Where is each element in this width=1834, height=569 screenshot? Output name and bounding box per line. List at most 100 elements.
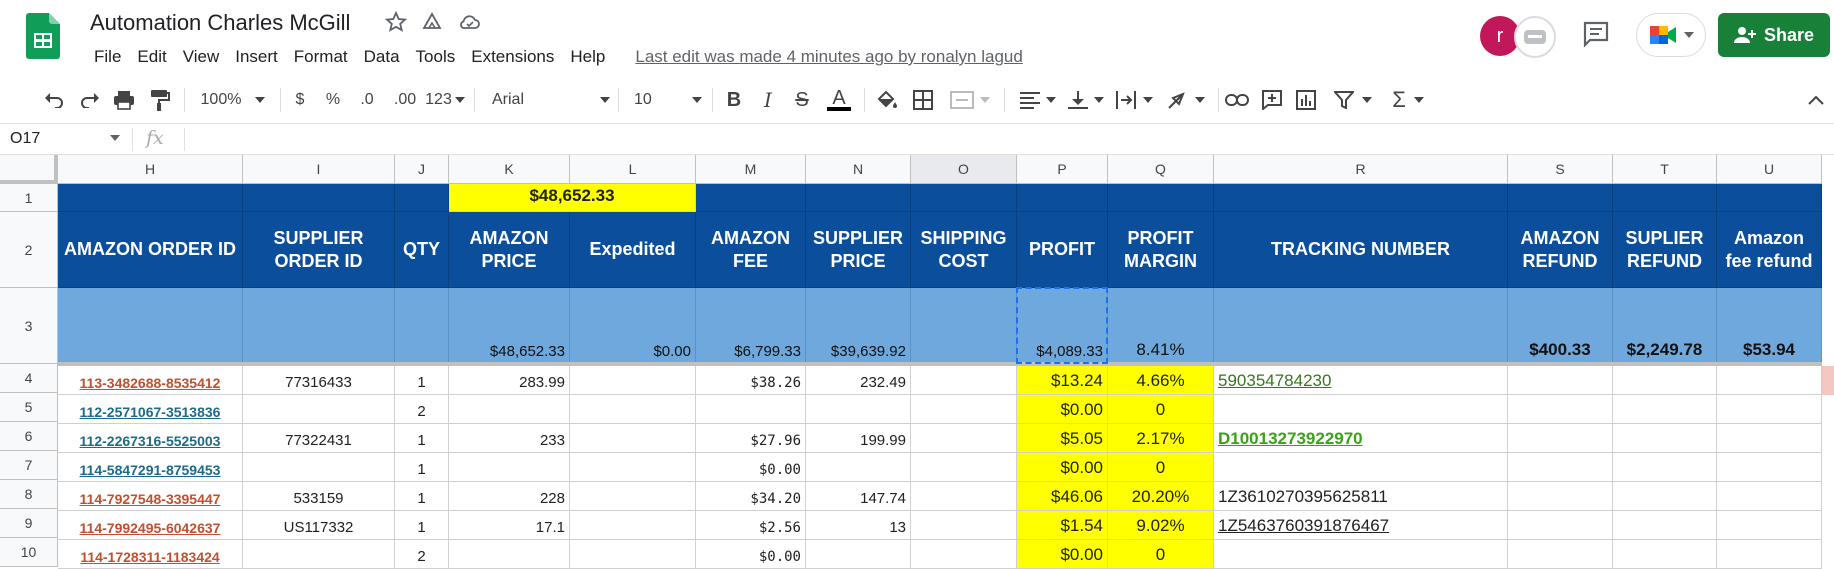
cell-m6[interactable]: $27.96	[696, 424, 806, 453]
cell-p4[interactable]: $13.24	[1017, 366, 1108, 395]
cell-u9[interactable]	[1717, 511, 1822, 540]
cell-o10[interactable]	[911, 540, 1017, 569]
cell-t6[interactable]	[1613, 424, 1717, 453]
summary-n[interactable]: $39,639.92	[806, 288, 911, 364]
cell-q5[interactable]: 0	[1108, 395, 1214, 424]
column-header-n[interactable]: N	[806, 155, 911, 184]
valign-icon[interactable]	[1066, 88, 1106, 112]
cell-n7[interactable]	[806, 453, 911, 482]
column-header-m[interactable]: M	[696, 155, 806, 184]
cell-u10[interactable]	[1717, 540, 1822, 569]
filter-icon[interactable]	[1330, 88, 1376, 112]
italic-icon[interactable]: I	[756, 88, 780, 112]
cell-i7[interactable]	[243, 453, 395, 482]
increase-decimal-button[interactable]: .00	[390, 88, 420, 112]
menu-data[interactable]: Data	[358, 47, 406, 67]
summary-o[interactable]	[911, 288, 1017, 364]
cell-p5[interactable]: $0.00	[1017, 395, 1108, 424]
comment-history-icon[interactable]	[1580, 18, 1612, 50]
cell-t8[interactable]	[1613, 482, 1717, 511]
summary-u[interactable]: $53.94	[1717, 288, 1822, 364]
summary-p[interactable]: $4,089.33	[1017, 288, 1108, 364]
cell-n9[interactable]: 13	[806, 511, 911, 540]
summary-i[interactable]	[243, 288, 395, 364]
rotate-icon[interactable]	[1164, 88, 1208, 112]
cell-i8[interactable]: 533159	[243, 482, 395, 511]
cell-p7[interactable]: $0.00	[1017, 453, 1108, 482]
align-icon[interactable]	[1018, 88, 1058, 112]
summary-r[interactable]	[1214, 288, 1508, 364]
order-id-link[interactable]: 112-2267316-5525003	[80, 433, 221, 449]
link-icon[interactable]	[1224, 88, 1250, 112]
redo-icon[interactable]	[78, 88, 102, 112]
cell-k9[interactable]: 17.1	[449, 511, 570, 540]
summary-h[interactable]	[58, 288, 243, 364]
cell-m8[interactable]: $34.20	[696, 482, 806, 511]
menu-view[interactable]: View	[177, 47, 226, 67]
summary-s[interactable]: $400.33	[1508, 288, 1613, 364]
cell-p6[interactable]: $5.05	[1017, 424, 1108, 453]
cell-t9[interactable]	[1613, 511, 1717, 540]
column-header-s[interactable]: S	[1508, 155, 1613, 184]
menu-extensions[interactable]: Extensions	[465, 47, 560, 67]
tracking-number[interactable]: D10013273922970	[1218, 429, 1363, 449]
undo-icon[interactable]	[42, 88, 66, 112]
order-id-link[interactable]: 114-1728311-1183424	[80, 549, 219, 565]
cloud-saved-icon[interactable]	[458, 10, 482, 34]
row-header-3[interactable]: 3	[0, 288, 58, 364]
cell-o1[interactable]	[911, 184, 1017, 212]
cell-q7[interactable]: 0	[1108, 453, 1214, 482]
cell-h5[interactable]: 112-2571067-3513836	[58, 395, 243, 424]
order-id-link[interactable]: 114-5847291-8759453	[80, 462, 221, 478]
cell-u7[interactable]	[1717, 453, 1822, 482]
cell-q8[interactable]: 20.20%	[1108, 482, 1214, 511]
cell-s1[interactable]	[1508, 184, 1613, 212]
column-header-r[interactable]: R	[1214, 155, 1508, 184]
cell-i1[interactable]	[243, 184, 395, 212]
cell-i4[interactable]: 77316433	[243, 366, 395, 395]
anonymous-viewer-icon[interactable]	[1514, 16, 1556, 58]
cell-k4[interactable]: 283.99	[449, 366, 570, 395]
cell-i9[interactable]: US117332	[243, 511, 395, 540]
order-id-link[interactable]: 113-3482688-8535412	[80, 375, 221, 391]
comment-icon[interactable]	[1260, 88, 1284, 112]
cell-k10[interactable]	[449, 540, 570, 569]
cell-o5[interactable]	[911, 395, 1017, 424]
cell-m7[interactable]: $0.00	[696, 453, 806, 482]
cell-j5[interactable]: 2	[395, 395, 449, 424]
column-header-u[interactable]: U	[1717, 155, 1822, 184]
row-header-6[interactable]: 6	[0, 422, 58, 451]
cell-r4[interactable]: 590354784230	[1214, 366, 1508, 395]
fill-color-icon[interactable]	[874, 88, 900, 112]
cell-t7[interactable]	[1613, 453, 1717, 482]
cell-h8[interactable]: 114-7927548-3395447	[58, 482, 243, 511]
cell-r8[interactable]: 1Z3610270395625811	[1214, 482, 1508, 511]
cell-n8[interactable]: 147.74	[806, 482, 911, 511]
column-header-l[interactable]: L	[570, 155, 696, 184]
cell-s4[interactable]	[1508, 366, 1613, 395]
menu-file[interactable]: File	[88, 47, 127, 67]
cell-l4[interactable]	[570, 366, 696, 395]
summary-j[interactable]	[395, 288, 449, 364]
document-title[interactable]: Automation Charles McGill	[90, 10, 350, 36]
row-header-1[interactable]: 1	[0, 184, 58, 212]
row-header-10[interactable]: 10	[0, 538, 58, 567]
cell-i10[interactable]	[243, 540, 395, 569]
cell-k8[interactable]: 228	[449, 482, 570, 511]
share-button[interactable]: Share	[1718, 13, 1830, 57]
cell-l7[interactable]	[570, 453, 696, 482]
column-header-k[interactable]: K	[449, 155, 570, 184]
cell-o9[interactable]	[911, 511, 1017, 540]
menu-help[interactable]: Help	[564, 47, 611, 67]
cell-u8[interactable]	[1717, 482, 1822, 511]
cell-u5[interactable]	[1717, 395, 1822, 424]
cell-s10[interactable]	[1508, 540, 1613, 569]
order-id-link[interactable]: 112-2571067-3513836	[80, 404, 221, 420]
cell-t10[interactable]	[1613, 540, 1717, 569]
cell-h10[interactable]: 114-1728311-1183424	[58, 540, 243, 569]
merge-icon[interactable]	[948, 88, 992, 112]
cell-h6[interactable]: 112-2267316-5525003	[58, 424, 243, 453]
column-header-t[interactable]: T	[1613, 155, 1717, 184]
spreadsheet-grid[interactable]: H I J K L M N O P Q R S T U 1 2 3 4 5 6 7 8 9 10 $48,652.33 AMAZO…	[0, 155, 1834, 569]
cell-h7[interactable]: 114-5847291-8759453	[58, 453, 243, 482]
